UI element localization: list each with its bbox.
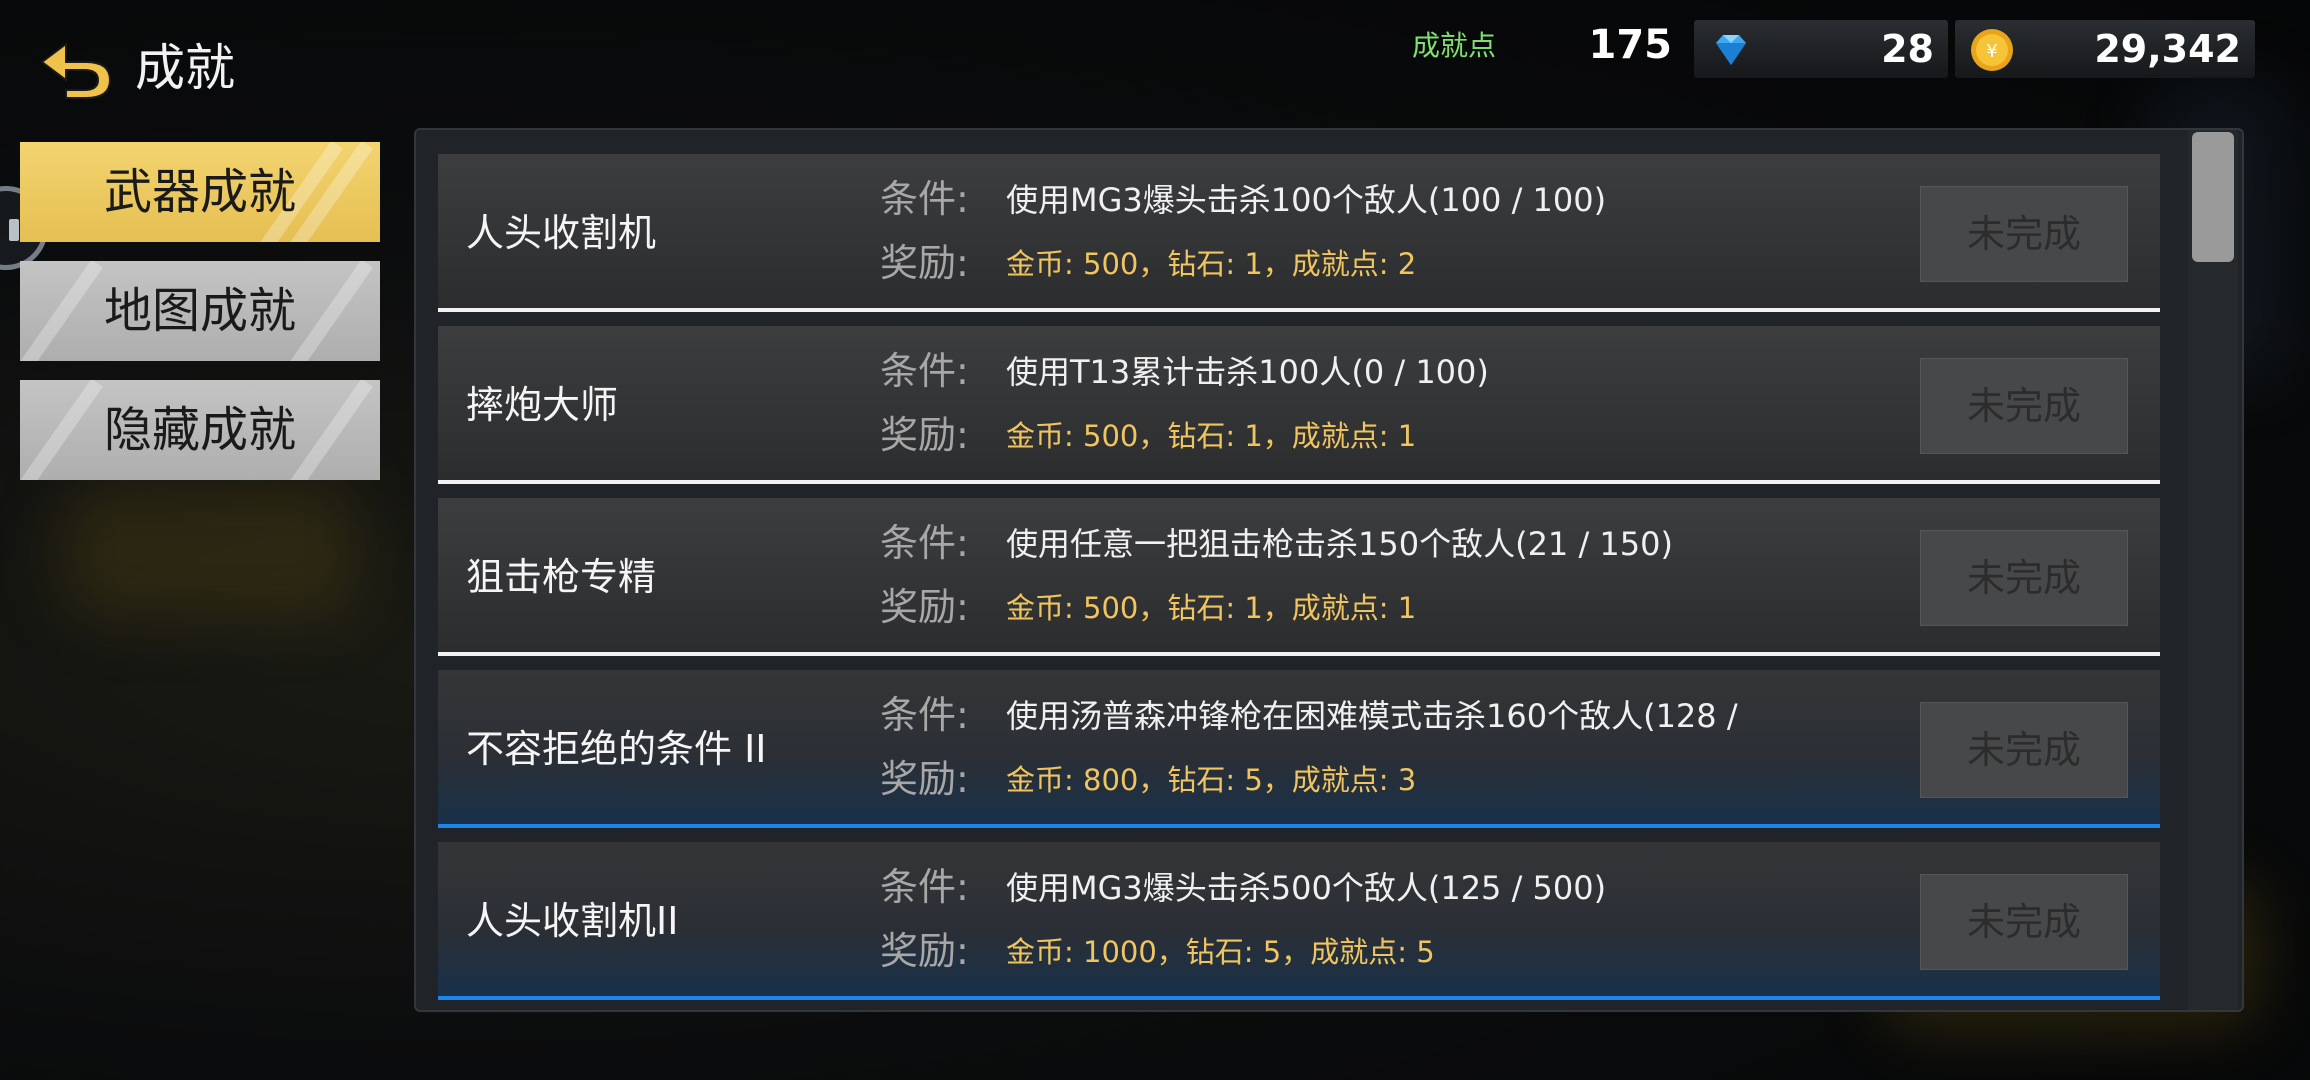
achievement-reward: 金币: 800，钻石: 5，成就点: 3 bbox=[1006, 763, 1417, 797]
row-separator bbox=[438, 480, 2160, 484]
tab-label: 地图成就 bbox=[103, 283, 296, 339]
coin-count: 29,342 bbox=[2094, 27, 2241, 71]
achievement-name: 人头收割机 bbox=[466, 211, 657, 255]
claim-status-button[interactable]: 未完成 bbox=[1920, 874, 2128, 970]
back-arrow-icon bbox=[40, 42, 112, 99]
condition-label: 条件: bbox=[880, 865, 969, 909]
background-glow bbox=[60, 480, 360, 620]
coin-counter: ¥ 29,342 bbox=[1955, 20, 2255, 78]
svg-text:¥: ¥ bbox=[1986, 41, 1997, 62]
achievement-points-value: 175 bbox=[1588, 22, 1673, 68]
achievement-points-label: 成就点 bbox=[1412, 29, 1497, 62]
claim-status-button[interactable]: 未完成 bbox=[1920, 186, 2128, 282]
achievement-row: 人头收割机 条件: 使用MG3爆头击杀100个敌人(100 / 100) 奖励:… bbox=[438, 154, 2160, 312]
row-separator bbox=[438, 308, 2160, 312]
reward-label: 奖励: bbox=[880, 757, 969, 801]
achievement-reward: 金币: 500，钻石: 1，成就点: 1 bbox=[1006, 419, 1417, 453]
achievement-reward: 金币: 500，钻石: 1，成就点: 1 bbox=[1006, 591, 1417, 625]
back-button[interactable] bbox=[36, 36, 116, 100]
reward-label: 奖励: bbox=[880, 929, 969, 973]
tab-hidden-achievements[interactable]: 隐藏成就 bbox=[20, 380, 380, 480]
reward-label: 奖励: bbox=[880, 413, 969, 457]
achievement-condition: 使用T13累计击杀100人(0 / 100) bbox=[1006, 353, 1489, 391]
scrollbar-thumb[interactable] bbox=[2192, 132, 2234, 262]
reward-label: 奖励: bbox=[880, 241, 969, 285]
claim-status-button[interactable]: 未完成 bbox=[1920, 702, 2128, 798]
achievement-reward: 金币: 1000，钻石: 5，成就点: 5 bbox=[1006, 935, 1435, 969]
achievement-condition: 使用MG3爆头击杀100个敌人(100 / 100) bbox=[1006, 181, 1607, 219]
achievement-condition: 使用MG3爆头击杀500个敌人(125 / 500) bbox=[1006, 869, 1607, 907]
tab-label: 隐藏成就 bbox=[103, 402, 296, 458]
achievement-list-panel[interactable]: 人头收割机 条件: 使用MG3爆头击杀100个敌人(100 / 100) 奖励:… bbox=[414, 128, 2244, 1012]
claim-status-button[interactable]: 未完成 bbox=[1920, 358, 2128, 454]
condition-label: 条件: bbox=[880, 693, 969, 737]
list-scrollbar[interactable] bbox=[2188, 130, 2238, 1010]
gem-counter: 28 bbox=[1694, 20, 1948, 78]
condition-label: 条件: bbox=[880, 177, 969, 221]
claim-status-button[interactable]: 未完成 bbox=[1920, 530, 2128, 626]
row-separator bbox=[438, 652, 2160, 656]
coin-icon: ¥ bbox=[1971, 29, 2013, 71]
achievement-row: 摔炮大师 条件: 使用T13累计击杀100人(0 / 100) 奖励: 金币: … bbox=[438, 326, 2160, 484]
diamond-icon bbox=[1716, 35, 1746, 65]
achievement-condition: 使用汤普森冲锋枪在困难模式击杀160个敌人(128 / bbox=[1006, 697, 1738, 735]
reward-label: 奖励: bbox=[880, 585, 969, 629]
condition-label: 条件: bbox=[880, 349, 969, 393]
tab-weapon-achievements[interactable]: 武器成就 bbox=[20, 142, 380, 242]
achievement-reward: 金币: 500，钻石: 1，成就点: 2 bbox=[1006, 247, 1417, 281]
gem-count: 28 bbox=[1881, 27, 1934, 71]
achievement-name: 人头收割机II bbox=[466, 899, 679, 943]
row-separator bbox=[438, 996, 2160, 1000]
achievement-name: 摔炮大师 bbox=[466, 383, 619, 427]
tab-map-achievements[interactable]: 地图成就 bbox=[20, 261, 380, 361]
achievement-condition: 使用任意一把狙击枪击杀150个敌人(21 / 150) bbox=[1006, 525, 1673, 563]
achievement-row: 狙击枪专精 条件: 使用任意一把狙击枪击杀150个敌人(21 / 150) 奖励… bbox=[438, 498, 2160, 656]
achievement-name: 不容拒绝的条件 II bbox=[466, 727, 767, 771]
tab-label: 武器成就 bbox=[103, 164, 296, 220]
page-title: 成就 bbox=[135, 39, 235, 97]
achievement-row: 不容拒绝的条件 II 条件: 使用汤普森冲锋枪在困难模式击杀160个敌人(128… bbox=[438, 670, 2160, 828]
row-separator bbox=[438, 824, 2160, 828]
achievement-row: 人头收割机II 条件: 使用MG3爆头击杀500个敌人(125 / 500) 奖… bbox=[438, 842, 2160, 1000]
condition-label: 条件: bbox=[880, 521, 969, 565]
achievement-name: 狙击枪专精 bbox=[466, 555, 657, 599]
